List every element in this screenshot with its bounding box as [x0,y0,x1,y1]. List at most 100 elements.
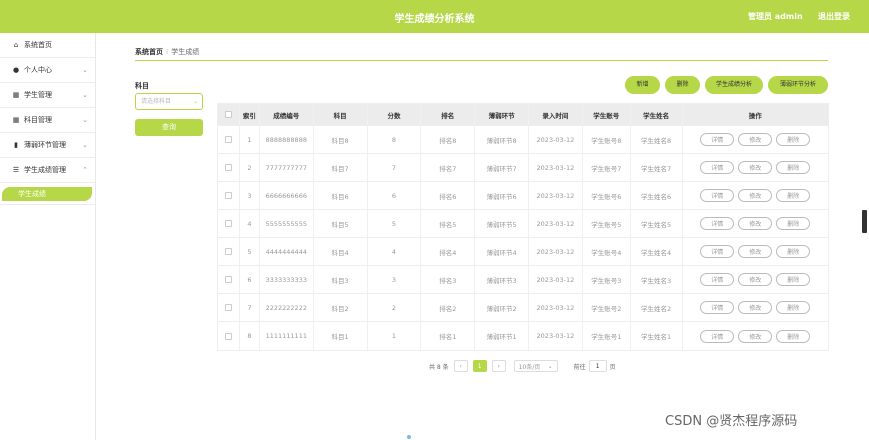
edit-button[interactable]: 修改 [738,217,773,230]
score-analysis-button[interactable]: 学生成绩分析 [705,76,763,94]
table-row: 7 2222222222 科目2 2 排名2 薄弱环节2 2023-03-12 … [218,294,828,322]
delete-button[interactable]: 删除 [776,189,811,202]
edit-button[interactable]: 修改 [738,161,773,174]
sidebar-item-weak-link-management[interactable]: ▮ 薄弱环节管理 ⌄ [0,133,95,158]
sidebar-item-score-management[interactable]: ☰ 学生成绩管理 ⌃ [0,158,95,183]
sidebar-item-label: 学生管理 [24,91,52,99]
table-cell: 科目8 [314,126,368,153]
breadcrumb-home[interactable]: 系统首页 [135,48,163,56]
table-cell: 学生账号6 [583,182,631,209]
row-checkbox[interactable] [224,248,232,255]
table-cell: 6 [240,266,260,293]
top-header: 学生成绩分析系统 管理员 admin 退出登录 [0,0,869,33]
table-cell: 学生账号7 [583,154,631,181]
table-cell: 3333333333 [260,266,314,293]
chevron-down-icon: ⌄ [82,116,88,124]
row-checkbox[interactable] [224,304,232,311]
table-cell: 2023-03-12 [529,266,583,293]
detail-button[interactable]: 详情 [700,245,735,258]
row-checkbox[interactable] [224,164,232,171]
table-cell: 学生账号3 [583,266,631,293]
row-checkbox[interactable] [224,220,232,227]
next-page-button[interactable]: › [491,360,506,372]
table-cell: 排名5 [421,210,476,237]
table-cell: 学生账号5 [583,210,631,237]
breadcrumb: 系统首页 ⁝ 学生成绩 [135,47,199,57]
table-cell: 薄弱环节7 [475,154,530,181]
detail-button[interactable]: 详情 [700,217,735,230]
subject-select-placeholder: 请选择科目 [141,98,172,105]
table-cell: 4444444444 [260,238,314,265]
table-cell: 7 [240,294,260,321]
logout-button[interactable]: 退出登录 [818,11,850,22]
edit-button[interactable]: 修改 [738,301,773,314]
table-cell: 科目7 [314,154,368,181]
weak-link-analysis-button[interactable]: 薄弱环节分析 [768,76,828,94]
page-size-value: 10条/页 [518,363,541,371]
sidebar-item-subject-management[interactable]: ▦ 科目管理 ⌄ [0,108,95,133]
sidebar-item-personal-center[interactable]: ● 个人中心 ⌄ [0,58,95,83]
table-cell: 排名7 [421,154,476,181]
table-cell: 6 [368,182,422,209]
table-cell: 学生账号1 [583,322,631,350]
table-cell: 学生姓名6 [631,182,683,209]
row-checkbox[interactable] [224,276,232,283]
edit-button[interactable]: 修改 [738,273,773,286]
detail-button[interactable]: 详情 [700,301,735,314]
table-cell: 学生姓名5 [631,210,683,237]
chevron-up-icon: ⌃ [82,166,88,174]
prev-page-button[interactable]: ‹ [453,360,468,372]
page-number-1[interactable]: 1 [472,360,487,372]
row-checkbox[interactable] [224,136,232,143]
edit-button[interactable]: 修改 [738,329,773,343]
table-cell: 7777777777 [260,154,314,181]
table-cell: 8888888888 [260,126,314,153]
table-cell: 5 [368,210,422,237]
goto-page-input[interactable]: 1 [588,360,607,372]
add-button[interactable]: 新增 [625,76,660,94]
select-all-checkbox[interactable] [224,111,232,118]
delete-button[interactable]: 删除 [776,245,811,258]
chevron-down-icon: ⌄ [82,66,88,74]
table-cell: 1 [368,322,422,350]
row-select-cell [218,238,240,265]
table-cell: 7 [368,154,422,181]
sidebar-submenu: 学生成绩 [0,183,95,205]
detail-button[interactable]: 详情 [700,133,735,146]
subject-select[interactable]: 请选择科目 ⌄ [135,93,203,110]
edit-button[interactable]: 修改 [738,133,773,146]
list-icon: ☰ [12,166,20,174]
delete-button[interactable]: 删除 [776,273,811,286]
row-actions: 详情 修改 删除 [683,322,829,350]
table-cell: 薄弱环节6 [475,182,530,209]
detail-button[interactable]: 详情 [700,329,735,343]
detail-button[interactable]: 详情 [700,189,735,202]
query-button[interactable]: 查询 [135,119,203,136]
delete-button[interactable]: 删除 [776,301,811,314]
row-checkbox[interactable] [224,192,232,199]
detail-button[interactable]: 详情 [700,161,735,174]
delete-button[interactable]: 删除 [776,133,811,146]
delete-button[interactable]: 删除 [776,217,811,230]
row-checkbox[interactable] [224,332,232,340]
table-cell: 2023-03-12 [529,154,583,181]
chevron-down-icon: ⌄ [547,362,553,370]
page-size-select[interactable]: 10条/页 ⌄ [513,360,558,372]
table-cell: 2023-03-12 [529,126,583,153]
row-actions: 详情 修改 删除 [683,210,829,237]
delete-button[interactable]: 删除 [776,329,811,343]
table-row: 1 8888888888 科目8 8 排名8 薄弱环节8 2023-03-12 … [218,126,828,154]
table-cell: 8 [240,322,260,350]
sidebar-item-home[interactable]: ⌂ 系统首页 [0,33,95,58]
edit-button[interactable]: 修改 [738,189,773,202]
sidebar-subitem-student-score[interactable]: 学生成绩 [2,186,92,201]
table-row: 8 1111111111 科目1 1 排名1 薄弱环节1 2023-03-12 … [218,322,828,350]
table-cell: 2023-03-12 [529,294,583,321]
edit-button[interactable]: 修改 [738,245,773,258]
delete-button[interactable]: 删除 [776,161,811,174]
scrollbar-handle[interactable] [862,210,867,233]
row-select-cell [218,126,240,153]
detail-button[interactable]: 详情 [700,273,735,286]
batch-delete-button[interactable]: 删除 [665,76,700,94]
sidebar-item-student-management[interactable]: ▦ 学生管理 ⌄ [0,83,95,108]
